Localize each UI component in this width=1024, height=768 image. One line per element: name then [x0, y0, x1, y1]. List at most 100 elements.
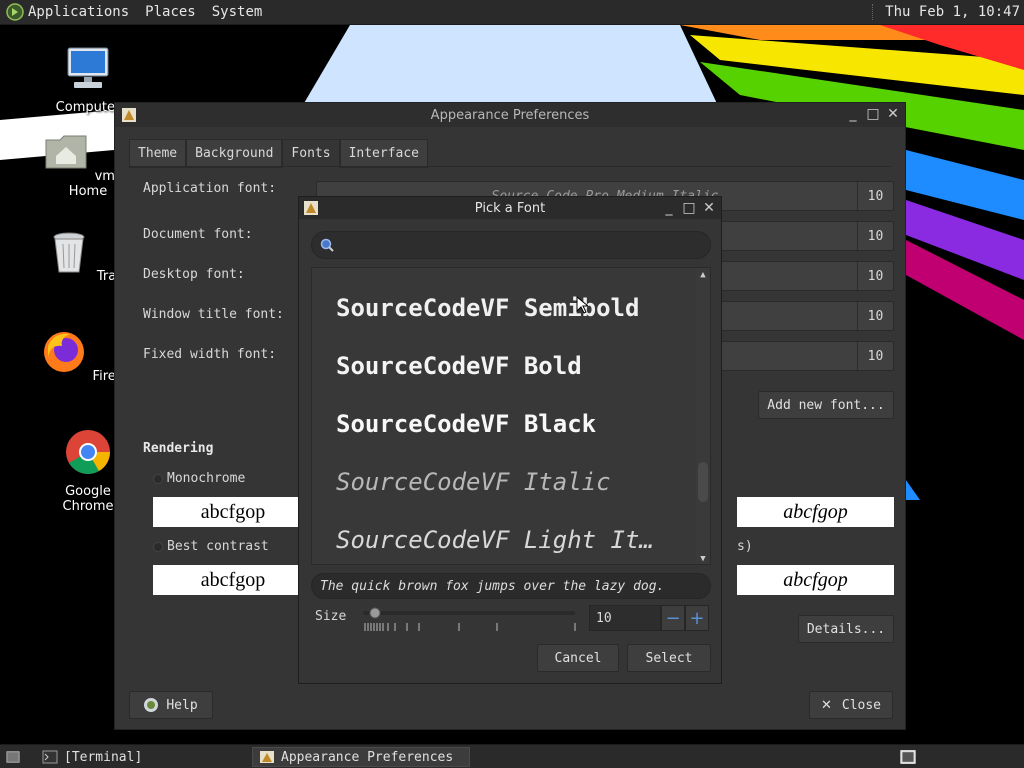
computer-icon — [67, 47, 109, 88]
monochrome-radio[interactable] — [153, 473, 163, 484]
subpixel-label-tail: s) — [737, 539, 753, 554]
select-button[interactable]: Select — [627, 644, 711, 672]
dialog-title: Pick a Font — [474, 200, 546, 216]
close-icon[interactable]: ✕ — [701, 200, 717, 216]
font-list[interactable]: SourceCodeVF Semibold SourceCodeVF Bold … — [311, 267, 711, 565]
chrome-icon — [66, 430, 110, 474]
best-contrast-radio[interactable] — [153, 541, 163, 552]
subpixel-preview-2[interactable]: abcfgop — [737, 565, 894, 595]
pick-a-font-dialog: Pick a Font _ □ ✕ SourceCodeVF Semibold … — [298, 196, 722, 684]
terminal-icon — [42, 750, 58, 764]
desktop-icon-label: Computer — [55, 100, 121, 115]
firefox-icon — [44, 332, 85, 372]
add-new-font-button[interactable]: Add new font... — [758, 391, 894, 419]
document-font-label: Document font: — [143, 227, 253, 242]
desktop-font-row: Desktop font: — [143, 267, 303, 282]
monochrome-label: Monochrome — [167, 471, 246, 486]
subpixel-option-label: s) — [737, 539, 753, 554]
document-font-size: 10 — [857, 222, 893, 250]
panel-separator — [872, 4, 874, 20]
monochrome-option[interactable]: Monochrome — [153, 471, 245, 486]
close-button[interactable]: ✕ Close — [809, 691, 893, 719]
font-list-scrollbar[interactable]: ▲ ▼ — [696, 268, 710, 564]
tab-interface[interactable]: Interface — [339, 139, 429, 168]
best-contrast-preview[interactable]: abcfgop — [153, 565, 313, 595]
show-desktop-button[interactable] — [2, 747, 26, 767]
tab-fonts[interactable]: Fonts — [282, 139, 340, 168]
font-list-item[interactable]: SourceCodeVF Semibold — [336, 294, 639, 322]
size-label: Size — [315, 609, 347, 624]
show-desktop-icon — [6, 751, 20, 763]
menu-places[interactable]: Places — [145, 4, 196, 20]
size-increment-button[interactable]: + — [685, 605, 709, 631]
workspace-icon — [900, 750, 916, 764]
search-icon — [320, 238, 334, 252]
rendering-heading: Rendering — [143, 441, 214, 456]
tab-bar: Theme Background Fonts Interface — [129, 139, 429, 168]
appearance-app-icon — [260, 751, 274, 763]
document-font-row: Document font: — [143, 227, 303, 242]
dialog-titlebar[interactable]: Pick a Font _ □ ✕ — [299, 197, 721, 219]
font-list-item[interactable]: SourceCodeVF Bold — [336, 352, 582, 380]
home-folder-icon — [45, 135, 87, 169]
bottom-taskbar: [Terminal] Appearance Preferences — [0, 744, 1024, 768]
minimize-icon[interactable]: _ — [845, 106, 861, 122]
fixed-width-font-label: Fixed width font: — [143, 347, 277, 362]
desktop-icon-label: Google Chrome — [62, 484, 114, 514]
close-x-icon: ✕ — [820, 697, 832, 713]
top-panel: Applications Places System Thu Feb 1, 10… — [0, 0, 1024, 25]
size-input[interactable]: 10 — [589, 605, 661, 631]
subpixel-preview[interactable]: abcfgop — [737, 497, 894, 527]
application-font-row: Application font: — [143, 181, 303, 196]
window-title-font-row: Window title font: — [143, 307, 303, 322]
maximize-icon[interactable]: □ — [865, 106, 881, 122]
font-search-input[interactable] — [311, 231, 711, 259]
size-decrement-button[interactable]: − — [661, 605, 685, 631]
desktop-font-label: Desktop font: — [143, 267, 245, 282]
font-list-item[interactable]: SourceCodeVF Black — [336, 410, 596, 438]
close-icon[interactable]: ✕ — [885, 106, 901, 122]
window-title: Appearance Preferences — [430, 107, 590, 123]
details-button[interactable]: Details... — [798, 615, 894, 643]
best-contrast-label: Best contrast — [167, 539, 269, 554]
maximize-icon[interactable]: □ — [681, 200, 697, 216]
taskbar-item-label: [Terminal] — [64, 749, 143, 765]
appearance-app-icon — [122, 108, 136, 122]
help-icon — [144, 698, 159, 712]
taskbar-item-terminal[interactable]: [Terminal] — [36, 747, 246, 767]
best-contrast-option[interactable]: Best contrast — [153, 539, 269, 554]
help-label: Help — [166, 697, 198, 713]
help-button[interactable]: Help — [129, 691, 213, 719]
application-font-size: 10 — [857, 182, 893, 210]
distro-logo-icon[interactable] — [6, 3, 24, 21]
fixed-width-font-size: 10 — [857, 342, 893, 370]
desktop-font-size: 10 — [857, 262, 893, 290]
menu-system[interactable]: System — [212, 4, 263, 20]
mouse-pointer-icon — [576, 296, 588, 314]
cancel-button[interactable]: Cancel — [537, 644, 619, 672]
menu-applications[interactable]: Applications — [28, 4, 129, 20]
scroll-down-icon[interactable]: ▼ — [698, 554, 708, 564]
fixed-width-font-row: Fixed width font: — [143, 347, 303, 362]
scroll-up-icon[interactable]: ▲ — [698, 270, 708, 280]
size-slider[interactable] — [363, 605, 577, 633]
font-preview-field[interactable]: The quick brown fox jumps over the lazy … — [311, 573, 711, 599]
dialog-app-icon — [304, 201, 318, 215]
window-title-font-label: Window title font: — [143, 307, 284, 322]
tab-background[interactable]: Background — [186, 139, 283, 168]
workspace-switcher[interactable] — [898, 747, 922, 767]
taskbar-item-appearance[interactable]: Appearance Preferences — [252, 747, 470, 767]
window-title-font-size: 10 — [857, 302, 893, 330]
close-label: Close — [841, 697, 882, 713]
minimize-icon[interactable]: _ — [661, 200, 677, 216]
trash-icon — [53, 232, 85, 273]
window-titlebar[interactable]: Appearance Preferences _ □ ✕ — [115, 103, 905, 127]
tab-theme[interactable]: Theme — [129, 139, 187, 168]
font-list-item[interactable]: SourceCodeVF Light It… — [336, 526, 654, 554]
font-list-item[interactable]: SourceCodeVF Italic — [336, 468, 611, 496]
monochrome-preview[interactable]: abcfgop — [153, 497, 313, 527]
scrollbar-thumb[interactable] — [698, 462, 708, 502]
taskbar-item-label: Appearance Preferences — [281, 749, 454, 765]
clock[interactable]: Thu Feb 1, 10:47 — [885, 4, 1020, 20]
application-font-label: Application font: — [143, 181, 277, 196]
